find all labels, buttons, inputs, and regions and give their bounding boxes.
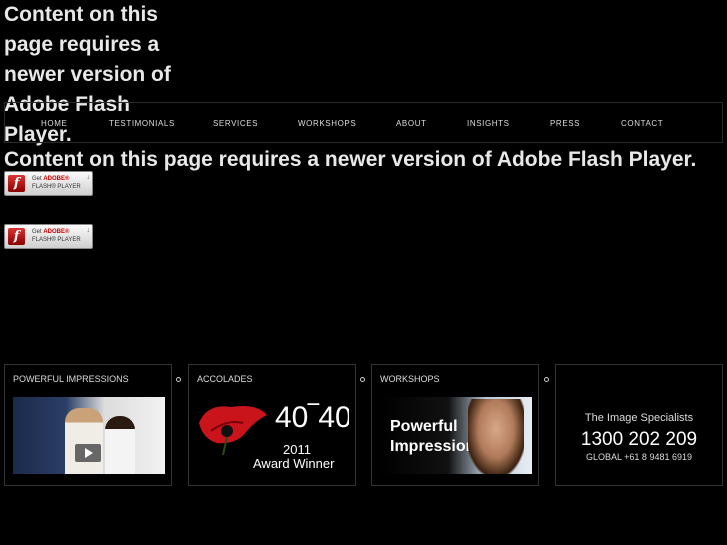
get-flash-player-button-2[interactable]: f Get ADOBE® FLASH® PLAYER ↓ [4, 224, 93, 249]
panel-powerful-impressions[interactable]: POWERFUL IMPRESSIONS [4, 364, 172, 486]
nav-about[interactable]: ABOUT [396, 119, 427, 128]
nav-home[interactable]: HOME [41, 119, 67, 128]
tagline: The Image Specialists [584, 412, 694, 424]
nav-workshops[interactable]: WORKSHOPS [298, 119, 356, 128]
get-flash-player-button[interactable]: f Get ADOBE® FLASH® PLAYER ↓ [4, 171, 93, 196]
slider-dot[interactable] [544, 377, 549, 382]
slider-dot[interactable] [176, 377, 181, 382]
nav-insights[interactable]: INSIGHTS [467, 119, 510, 128]
flash-logo-icon: f [8, 175, 25, 192]
main-nav: HOME TESTIMONIALS SERVICES WORKSHOPS ABO… [4, 102, 723, 143]
presenter-figure [65, 408, 103, 474]
nav-services[interactable]: SERVICES [213, 119, 258, 128]
flash-required-message-wide: Content on this page requires a newer ve… [4, 148, 697, 171]
award-label: Award Winner [253, 456, 335, 471]
panel-contact[interactable]: The Image Specialists 1300 202 209 GLOBA… [555, 364, 723, 486]
nav-press[interactable]: PRESS [550, 119, 580, 128]
nav-contact[interactable]: CONTACT [621, 119, 663, 128]
accolade-image: 40‾40 2011 Award Winner [197, 397, 349, 474]
panel-title: ACCOLADES [197, 374, 253, 384]
presenter-figure [105, 416, 135, 474]
download-arrow-icon: ↓ [86, 227, 91, 234]
award-year: 2011 [283, 442, 311, 457]
download-arrow-icon: ↓ [86, 174, 91, 181]
global-phone[interactable]: GLOBAL +61 8 9481 6919 [556, 452, 722, 462]
workshop-image: Powerful Impressions [380, 397, 532, 474]
nav-testimonials[interactable]: TESTIMONIALS [109, 119, 175, 128]
panel-title: WORKSHOPS [380, 374, 440, 384]
flash-logo-icon: f [8, 228, 25, 245]
forty-under-forty-badge: 40‾40 [275, 401, 349, 434]
woman-portrait [468, 399, 524, 474]
panel-title: POWERFUL IMPRESSIONS [13, 374, 129, 384]
phone-number[interactable]: 1300 202 209 [556, 429, 722, 451]
red-poppy-icon [199, 406, 267, 455]
video-thumbnail[interactable] [13, 397, 165, 474]
play-icon[interactable] [75, 444, 101, 462]
panel-workshops[interactable]: WORKSHOPS Powerful Impressions [371, 364, 539, 486]
panel-accolades[interactable]: ACCOLADES 40‾40 2011 Award Winner [188, 364, 356, 486]
slider-dot[interactable] [360, 377, 365, 382]
